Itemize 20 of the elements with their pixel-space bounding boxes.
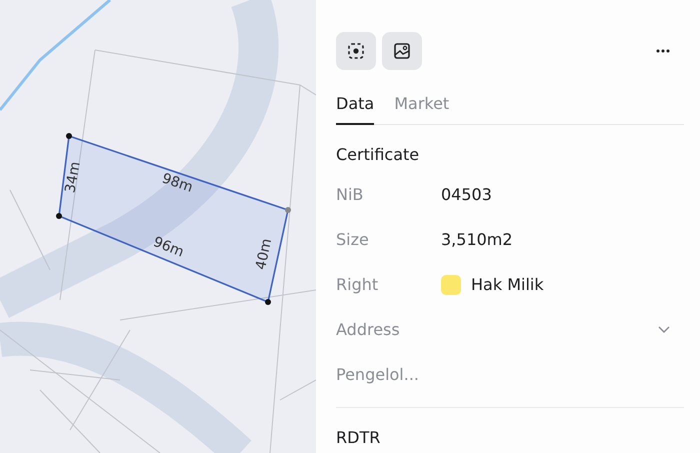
tab[interactable]: Data <box>336 94 374 125</box>
field-label: Pengelol... <box>336 365 420 384</box>
length-label: 98m <box>160 170 195 196</box>
field-value: Hak Milik <box>471 275 544 294</box>
map-view[interactable]: 34m 98m 40m 96m <box>0 0 316 453</box>
section-title: RDTR <box>336 428 382 447</box>
field-value: 04503 <box>441 185 492 204</box>
select-area-icon[interactable] <box>336 32 376 70</box>
section-title: Certificate <box>336 145 420 164</box>
parcel-polygon[interactable] <box>56 133 291 305</box>
field-label: Address <box>336 320 401 339</box>
field-label: NiB <box>336 185 364 204</box>
field-label: Right <box>336 275 380 294</box>
length-label: 34m <box>62 160 84 194</box>
chevron-icon[interactable] <box>658 326 670 334</box>
length-label: 40m <box>253 237 276 272</box>
length-label: 96m <box>150 234 186 261</box>
image-icon[interactable] <box>382 32 422 70</box>
field-label: Size <box>336 230 370 249</box>
field-value: 3,510m2 <box>441 230 513 249</box>
